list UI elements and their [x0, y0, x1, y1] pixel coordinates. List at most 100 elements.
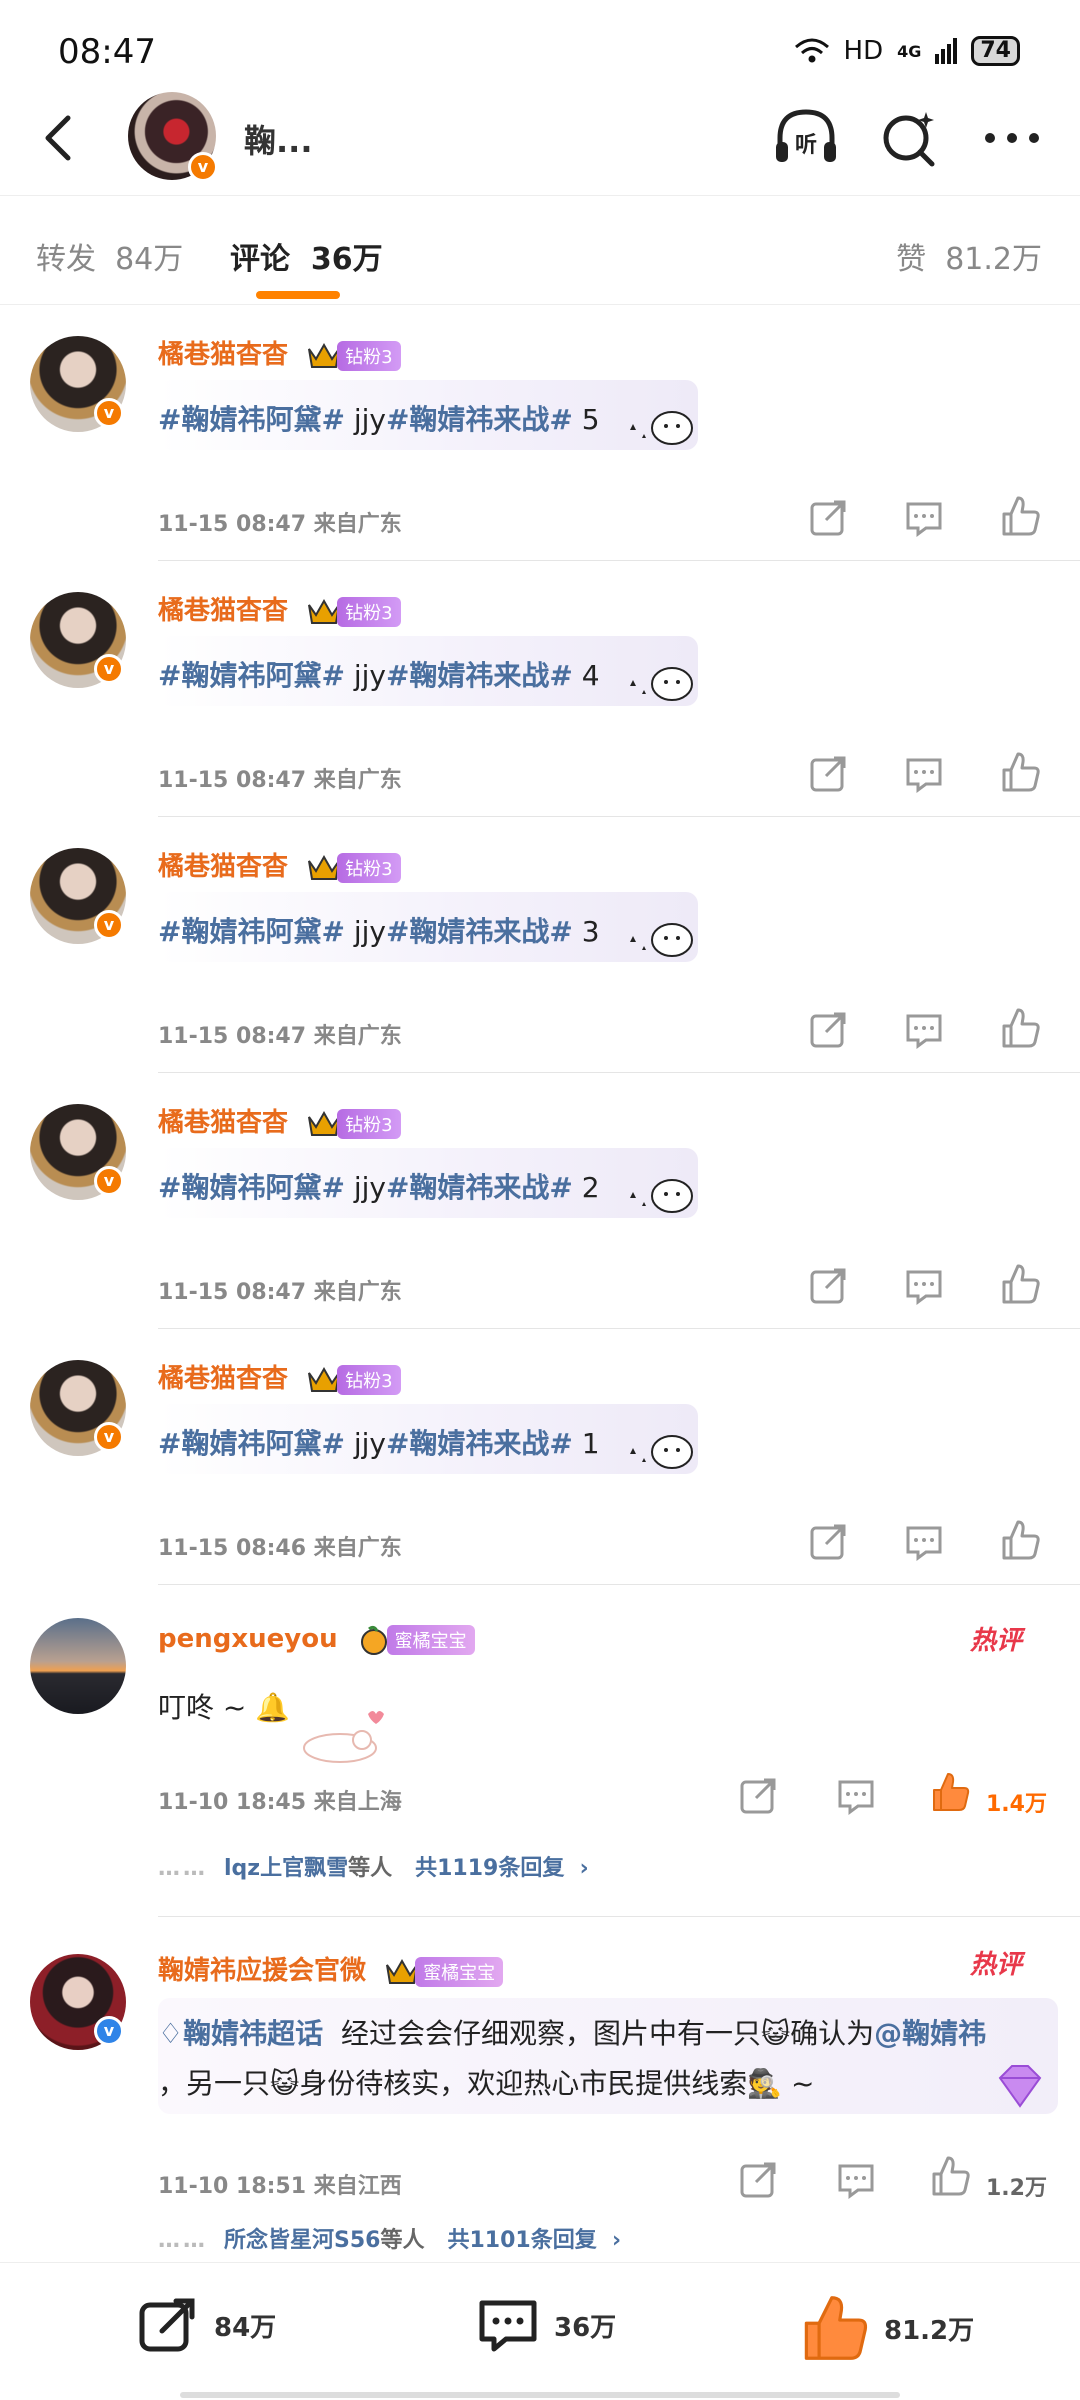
tab-comments-count: 36万 [310, 242, 383, 277]
comment-text-line1: ♢鞠婧祎超话 经过会会仔细观察，图片中有一只😺确认为@鞠婧祎 [158, 2012, 986, 2052]
comment-username[interactable]: 橘巷猫杳杳 钻粉3 [158, 590, 401, 627]
comment-meta: 11-15 08:47 来自广东 [158, 512, 402, 537]
like-icon[interactable] [928, 2154, 972, 2198]
comment-count: 36万 [554, 2312, 617, 2343]
comment-meta: 11-15 08:46 来自广东 [158, 1536, 402, 1561]
reply-suffix: 等人 [348, 1856, 393, 1881]
comment-number: 2 [572, 1171, 600, 1204]
share-icon[interactable] [736, 2158, 780, 2202]
crown-icon [308, 1110, 341, 1136]
share-icon[interactable] [806, 752, 850, 796]
comment-text: #鞠婧祎阿黛# jjy#鞠婧祎来战# 1 [158, 1422, 600, 1462]
topic-link[interactable]: #鞠婧祎来战# [386, 659, 573, 692]
like-icon[interactable] [998, 1518, 1042, 1562]
comment-username[interactable]: 橘巷猫杳杳 钻粉3 [158, 846, 401, 883]
svg-text:听: 听 [795, 133, 817, 158]
topic-link[interactable]: #鞠婧祎来战# [386, 1427, 573, 1460]
divider [0, 304, 1080, 305]
tab-comments[interactable]: 评论 36万 [230, 234, 383, 278]
like-icon[interactable] [998, 1006, 1042, 1050]
supertopic-text: 鞠婧祎超话 [183, 2017, 324, 2050]
hot-comment-item: v 鞠婧祎应援会官微 蜜橘宝宝 热评 ♢鞠婧祎超话 经过会会仔细观察，图片中有一… [0, 1934, 1080, 2254]
reply-icon[interactable] [902, 1008, 946, 1052]
comment-meta: 11-10 18:51 来自江西 [158, 2174, 402, 2199]
reply-icon[interactable] [902, 1264, 946, 1308]
back-icon[interactable] [30, 108, 90, 168]
more-icon[interactable] [976, 102, 1048, 174]
comment-username[interactable]: 橘巷猫杳杳 钻粉3 [158, 1358, 401, 1395]
reply-total[interactable]: 共1101条回复 [447, 2228, 596, 2253]
reply-users[interactable]: lqz上官飘雪 [224, 1856, 348, 1881]
username-text: 鞠婧祎应援会官微 [158, 1956, 367, 1986]
comment-username[interactable]: pengxueyou 蜜橘宝宝 [158, 1624, 475, 1655]
listen-icon[interactable]: 听 [770, 102, 842, 174]
tab-active-indicator [256, 291, 340, 299]
share-icon[interactable] [806, 1520, 850, 1564]
crown-icon [308, 598, 341, 624]
comment-text: 经过会会仔细观察，图片中有一只😺确认为 [340, 2017, 875, 2050]
topic-link[interactable]: #鞠婧祎来战# [386, 915, 573, 948]
repost-button[interactable]: 84万 [136, 2293, 276, 2357]
battery-icon: 74 [971, 36, 1020, 66]
reply-users[interactable]: 所念皆星河S56 [224, 2228, 380, 2253]
author-name[interactable]: 鞠... [244, 116, 312, 162]
topic-link[interactable]: #鞠婧祎阿黛# [158, 915, 345, 948]
liked-icon[interactable] [928, 1770, 972, 1814]
crown-icon [308, 854, 341, 880]
fan-badge: 蜜橘宝宝 [415, 1956, 504, 1987]
avatar[interactable] [30, 1618, 126, 1714]
verified-badge-icon: v [94, 654, 124, 684]
topic-link[interactable]: #鞠婧祎来战# [386, 403, 573, 436]
share-icon[interactable] [806, 496, 850, 540]
bottom-action-bar: 84万 36万 81.2万 [0, 2262, 1080, 2400]
like-icon[interactable] [998, 494, 1042, 538]
cat-sticker-icon [630, 923, 693, 957]
verified-badge-icon: v [94, 1422, 124, 1452]
tab-likes[interactable]: 赞 81.2万 [896, 234, 1042, 278]
home-indicator[interactable] [180, 2392, 900, 2398]
cat-sticker-icon [630, 1179, 693, 1213]
tab-repost[interactable]: 转发 84万 [36, 234, 183, 278]
like-count: 1.4万 [986, 1792, 1047, 1817]
reply-total[interactable]: 共1119条回复 [415, 1856, 564, 1881]
fan-badge: 蜜橘宝宝 [386, 1624, 475, 1655]
topic-link[interactable]: #鞠婧祎阿黛# [158, 659, 345, 692]
verified-badge-icon: v [94, 2016, 124, 2046]
comment-username[interactable]: 橘巷猫杳杳 钻粉3 [158, 334, 401, 371]
comment-number: 4 [572, 659, 600, 692]
comment-button[interactable]: 36万 [476, 2293, 616, 2357]
fan-badge: 钻粉3 [337, 1364, 401, 1395]
comment-meta: 11-15 08:47 来自广东 [158, 1280, 402, 1305]
share-icon[interactable] [806, 1264, 850, 1308]
reply-icon[interactable] [834, 1774, 878, 1818]
reply-icon[interactable] [834, 2158, 878, 2202]
like-button[interactable]: 81.2万 [800, 2293, 974, 2363]
topic-link[interactable]: #鞠婧祎阿黛# [158, 403, 345, 436]
share-icon[interactable] [806, 1008, 850, 1052]
reply-icon[interactable] [902, 752, 946, 796]
comment-username[interactable]: 橘巷猫杳杳 钻粉3 [158, 1102, 401, 1139]
reply-icon[interactable] [902, 496, 946, 540]
reply-summary[interactable]: …… lqz上官飘雪等人 共1119条回复 › [158, 1850, 589, 1882]
like-icon[interactable] [998, 1262, 1042, 1306]
comment-text: #鞠婧祎阿黛# jjy#鞠婧祎来战# 4 [158, 654, 600, 694]
like-icon[interactable] [998, 750, 1042, 794]
chevron-right-icon: › [579, 1856, 589, 1881]
comment-text-line2: ，另一只😺身份待核实，欢迎热心市民提供线索🕵 ~ [158, 2067, 815, 2100]
divider [158, 1072, 1080, 1073]
topic-link[interactable]: #鞠婧祎阿黛# [158, 1427, 345, 1460]
comment-username[interactable]: 鞠婧祎应援会官微 蜜橘宝宝 [158, 1950, 504, 1987]
topic-link[interactable]: #鞠婧祎阿黛# [158, 1171, 345, 1204]
reply-summary[interactable]: …… 所念皆星河S56等人 共1101条回复 › [158, 2222, 621, 2254]
comment-number: 5 [572, 403, 600, 436]
username-text: pengxueyou [158, 1624, 338, 1654]
comment-text: #鞠婧祎阿黛# jjy#鞠婧祎来战# 5 [158, 398, 600, 438]
share-icon[interactable] [736, 1774, 780, 1818]
comment-icon [479, 2300, 537, 2352]
search-icon[interactable] [874, 102, 946, 174]
reply-icon[interactable] [902, 1520, 946, 1564]
topic-link[interactable]: #鞠婧祎来战# [386, 1171, 573, 1204]
verified-badge-icon: v [94, 910, 124, 940]
supertopic-link[interactable]: ♢鞠婧祎超话 [158, 2017, 323, 2050]
mention-link[interactable]: @鞠婧祎 [874, 2017, 986, 2050]
